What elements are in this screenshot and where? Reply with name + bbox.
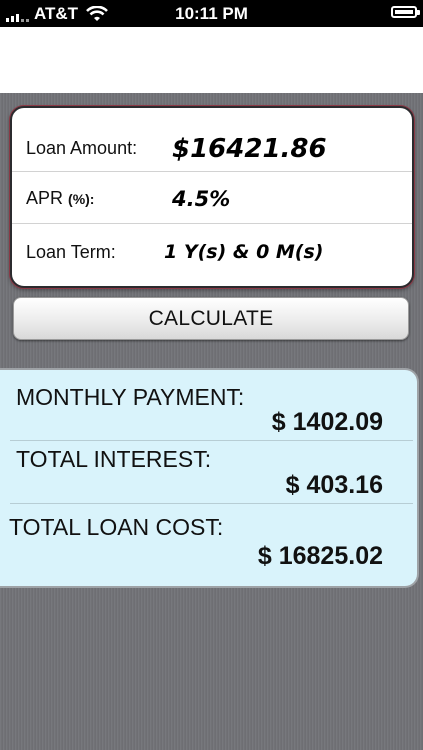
loan-amount-row[interactable]: Loan Amount: $16421.86: [12, 120, 412, 172]
total-loan-cost-label: TOTAL LOAN COST:: [9, 514, 224, 540]
header-area: [0, 27, 423, 93]
loan-input-card: Loan Amount: $16421.86 APR (%): 4.5% Loa…: [10, 106, 414, 288]
loan-amount-label: Loan Amount:: [26, 138, 138, 158]
status-bar: AT&T 10:11 PM: [0, 0, 423, 27]
results-divider: [10, 440, 413, 441]
monthly-payment-value: $ 1402.09: [271, 408, 383, 436]
apr-row[interactable]: APR (%): 4.5%: [12, 172, 412, 224]
apr-label-text: APR: [26, 188, 64, 208]
apr-label: APR (%):: [26, 188, 94, 209]
loan-amount-field[interactable]: $16421.86: [172, 134, 327, 164]
results-card: MONTHLY PAYMENT: $ 1402.09 TOTAL INTERES…: [0, 368, 419, 588]
total-interest-label: TOTAL INTEREST:: [16, 446, 212, 472]
status-time: 10:11 PM: [175, 4, 248, 23]
total-interest-value: $ 403.16: [285, 471, 383, 499]
results-divider: [10, 503, 413, 504]
total-loan-cost-value: $ 16825.02: [257, 542, 383, 570]
apr-unit-label: (%):: [68, 191, 95, 207]
loan-term-field[interactable]: 1 Y(s) & 0 M(s): [164, 241, 324, 263]
battery-icon: [391, 6, 420, 18]
loan-term-label: Loan Term:: [26, 242, 116, 262]
calculate-button[interactable]: CALCULATE: [13, 297, 409, 340]
monthly-payment-label: MONTHLY PAYMENT:: [16, 384, 245, 410]
loan-term-row[interactable]: Loan Term: 1 Y(s) & 0 M(s): [12, 224, 412, 276]
apr-field[interactable]: 4.5%: [172, 187, 230, 211]
